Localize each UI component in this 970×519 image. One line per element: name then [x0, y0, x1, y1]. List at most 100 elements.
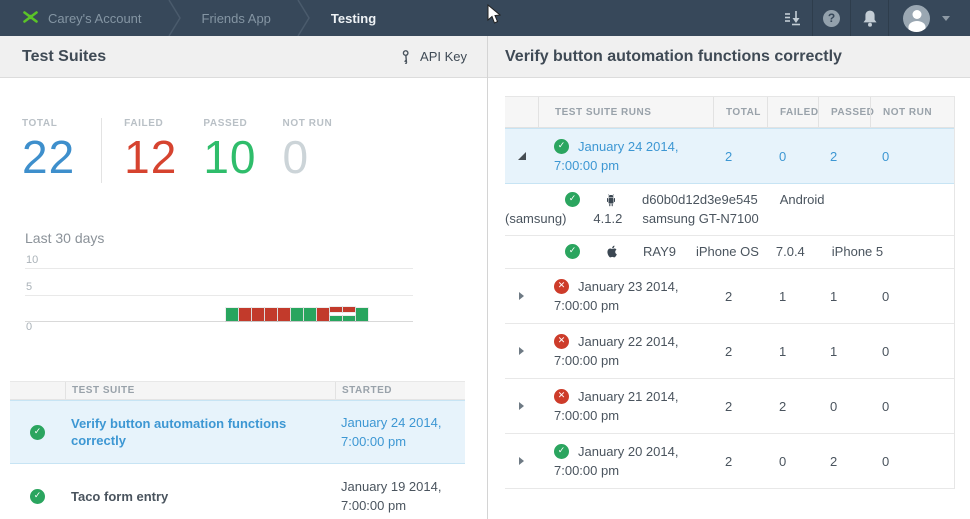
- top-navbar: Carey's Account Friends App Testing ?: [0, 0, 970, 36]
- last-30-days-chart: 10 5 0: [25, 264, 413, 326]
- run-row[interactable]: January 22 2014, 7:00:00 pm 2 1 1 0: [505, 324, 954, 379]
- gridline-10: [25, 268, 413, 269]
- stat-failed: FAILED 12: [124, 118, 177, 183]
- key-icon: [399, 50, 413, 64]
- navbar-spacer: [402, 0, 774, 36]
- status-failed-icon: [554, 389, 569, 404]
- col-not-run: NOT RUN: [870, 97, 955, 127]
- suite-detail-title: Verify button automation functions corre…: [505, 48, 842, 66]
- day-result-square: [226, 308, 238, 321]
- device-model: iPhone 5: [832, 242, 883, 261]
- device-os: Android: [780, 190, 825, 209]
- gridline-5: [25, 295, 413, 296]
- status-passed-icon: [565, 244, 580, 259]
- apple-icon: [605, 244, 618, 259]
- expand-caret-icon[interactable]: [519, 347, 524, 355]
- run-row[interactable]: January 24 2014, 7:00:00 pm 2 0 2 0: [505, 128, 954, 184]
- run-row[interactable]: January 23 2014, 7:00:00 pm 2 1 1 0: [505, 269, 954, 324]
- col-failed: FAILED: [767, 97, 818, 127]
- day-result-square: [278, 308, 290, 321]
- status-passed-icon: [30, 425, 45, 440]
- device-vendor: (samsung): [505, 209, 566, 228]
- device-result-row[interactable]: d60b0d12d3e9e545 Android (samsung) 4.1.2…: [505, 184, 954, 236]
- run-failed: 0: [767, 149, 818, 164]
- suite-detail-panel: Verify button automation functions corre…: [488, 36, 970, 519]
- breadcrumb-chevron-icon: [297, 0, 311, 36]
- stat-total: TOTAL 22: [22, 118, 75, 183]
- android-icon: [605, 193, 617, 207]
- breadcrumb-testing-label: Testing: [331, 11, 376, 26]
- col-passed: PASSED: [818, 97, 870, 127]
- status-passed-icon: [554, 139, 569, 154]
- device-os-version: 7.0.4: [776, 242, 805, 261]
- suite-name-link[interactable]: Taco form entry: [65, 488, 335, 505]
- run-device-results: d60b0d12d3e9e545 Android (samsung) 4.1.2…: [505, 184, 954, 269]
- day-result-square: [343, 307, 355, 321]
- summary-stats: TOTAL 22 FAILED 12 PASSED 10 NOT RUN 0: [22, 118, 358, 183]
- stat-passed: PASSED 10: [203, 118, 256, 183]
- breadcrumb-account[interactable]: Carey's Account: [0, 0, 168, 36]
- stat-not-run-value: 0: [283, 131, 333, 183]
- col-test-suite: TEST SUITE: [65, 382, 335, 399]
- api-key-button[interactable]: API Key: [399, 49, 467, 64]
- help-button[interactable]: ?: [812, 0, 850, 36]
- breadcrumb-app[interactable]: Friends App: [182, 0, 297, 36]
- expand-caret-icon[interactable]: [519, 457, 524, 465]
- status-failed-icon: [554, 334, 569, 349]
- left-panel-header: Test Suites API Key: [0, 36, 487, 78]
- bell-icon: [862, 10, 878, 27]
- device-id: RAY9: [643, 242, 676, 261]
- mouse-cursor: [487, 4, 501, 25]
- breadcrumb-chevron-icon: [168, 0, 182, 36]
- avatar: [903, 5, 930, 32]
- run-time: 7:00:00 pm: [554, 156, 713, 175]
- run-total: 2: [713, 149, 767, 164]
- run-passed: 2: [818, 149, 870, 164]
- table-row[interactable]: Verify button automation functions corre…: [10, 400, 465, 464]
- status-passed-icon: [565, 192, 580, 207]
- run-row[interactable]: January 21 2014, 7:00:00 pm 2 2 0 0: [505, 379, 954, 434]
- device-model: samsung GT-N7100: [642, 209, 758, 228]
- collapse-caret-icon[interactable]: [518, 152, 526, 160]
- suite-started: January 24 2014, 7:00:00 pm: [335, 413, 465, 451]
- runs-table-header: TEST SUITE RUNS TOTAL FAILED PASSED NOT …: [505, 96, 954, 128]
- col-started: STARTED: [335, 382, 465, 399]
- day-result-square: [265, 308, 277, 321]
- stat-total-value: 22: [22, 131, 75, 183]
- table-row[interactable]: Taco form entry January 19 2014, 7:00:00…: [10, 464, 465, 519]
- help-icon: ?: [823, 10, 840, 27]
- day-result-square: [239, 308, 251, 321]
- status-passed-icon: [30, 489, 45, 504]
- notifications-button[interactable]: [850, 0, 888, 36]
- test-suites-panel: Test Suites API Key TOTAL 22: [0, 36, 488, 519]
- right-panel-header: Verify button automation functions corre…: [488, 36, 970, 78]
- device-result-row[interactable]: RAY9 iPhone OS 7.0.4 iPhone 5: [505, 236, 954, 268]
- api-key-label: API Key: [420, 49, 467, 64]
- stat-not-run: NOT RUN 0: [283, 118, 333, 183]
- day-result-square: [317, 308, 329, 321]
- test-suite-runs-table: TEST SUITE RUNS TOTAL FAILED PASSED NOT …: [505, 96, 955, 489]
- breadcrumb-app-label: Friends App: [202, 11, 271, 26]
- day-result-square: [356, 308, 368, 321]
- run-not-run: 0: [870, 149, 955, 164]
- stat-divider: [101, 118, 102, 183]
- day-result-square: [330, 307, 342, 321]
- status-passed-icon: [554, 444, 569, 459]
- col-total: TOTAL: [713, 97, 767, 127]
- expand-caret-icon[interactable]: [519, 292, 524, 300]
- expand-caret-icon[interactable]: [519, 402, 524, 410]
- stat-failed-value: 12: [124, 131, 177, 183]
- download-button[interactable]: [774, 0, 812, 36]
- suite-name-link[interactable]: Verify button automation functions corre…: [65, 415, 335, 449]
- suite-started: January 19 2014, 7:00:00 pm: [335, 477, 465, 515]
- account-menu[interactable]: [888, 0, 970, 36]
- status-failed-icon: [554, 279, 569, 294]
- app-logo-icon: [22, 10, 39, 27]
- run-row[interactable]: January 20 2014, 7:00:00 pm 2 0 2 0: [505, 434, 954, 489]
- page-title: Test Suites: [22, 48, 106, 66]
- test-suites-table: TEST SUITE STARTED Verify button automat…: [10, 381, 465, 519]
- run-date-link[interactable]: January 24 2014,: [578, 137, 678, 156]
- day-result-square: [291, 308, 303, 321]
- breadcrumb-testing[interactable]: Testing: [311, 0, 402, 36]
- breadcrumb-account-label: Carey's Account: [48, 11, 142, 26]
